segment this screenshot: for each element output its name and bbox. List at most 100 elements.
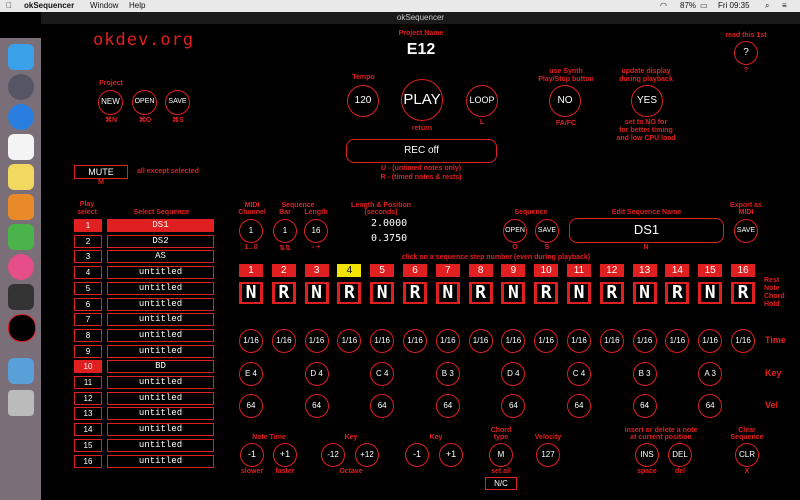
step-note-type[interactable]: R	[337, 282, 362, 304]
sequence-row[interactable]: 12 untitled	[74, 391, 214, 405]
sequence-open-button[interactable]: OPEN	[503, 219, 527, 243]
velocity-step-knob[interactable]: 64	[501, 394, 526, 418]
key-knob[interactable]: C 4	[567, 362, 591, 386]
sequence-row[interactable]: 9 untitled	[74, 344, 214, 358]
sequence-row[interactable]: 8 untitled	[74, 328, 214, 342]
calendar-icon[interactable]	[8, 134, 34, 160]
apple-icon[interactable]: 	[6, 1, 12, 10]
menu-window[interactable]: Window	[90, 1, 118, 10]
sequence-play-select[interactable]: 15	[74, 438, 102, 452]
time-knob[interactable]: 1/16	[403, 329, 427, 353]
safari-icon[interactable]	[8, 104, 34, 130]
step-note-type[interactable]: N	[698, 282, 723, 304]
key-knob[interactable]: A 3	[698, 362, 723, 386]
time-knob[interactable]: 1/16	[239, 329, 263, 353]
save-button[interactable]: SAVE	[165, 90, 190, 115]
key-knob[interactable]: B 3	[435, 362, 460, 386]
key-knob[interactable]: C 4	[370, 362, 395, 386]
step-number[interactable]: 4	[337, 264, 362, 277]
music-icon[interactable]	[8, 254, 34, 280]
step-number[interactable]: 7	[435, 264, 460, 277]
menu-help[interactable]: Help	[129, 1, 145, 10]
play-button[interactable]: PLAY	[401, 79, 443, 121]
battery-icon[interactable]: ▭	[700, 1, 708, 10]
sequence-play-select[interactable]: 10	[74, 360, 102, 374]
step-note-type[interactable]: R	[665, 282, 690, 304]
step-note-type[interactable]: R	[468, 282, 493, 304]
sequence-row[interactable]: 6 untitled	[74, 297, 214, 311]
step-number[interactable]: 13	[632, 264, 657, 277]
step-note-type[interactable]: N	[304, 282, 329, 304]
time-knob[interactable]: 1/16	[599, 329, 624, 353]
sequence-play-select[interactable]: 6	[74, 297, 102, 311]
velocity-knob[interactable]: 127	[536, 443, 560, 467]
sequence-play-select[interactable]: 9	[74, 344, 102, 358]
sequence-play-select[interactable]: 3	[74, 250, 102, 264]
sequence-play-select[interactable]: 5	[74, 281, 102, 295]
key-knob[interactable]: E 4	[239, 362, 263, 386]
sequence-play-select[interactable]: 1	[74, 219, 102, 232]
step-number[interactable]: 3	[304, 264, 329, 277]
project-name[interactable]: E12	[386, 41, 456, 59]
step-note-type[interactable]: R	[731, 282, 755, 304]
synth-toggle[interactable]: NO	[549, 85, 581, 117]
trash-icon[interactable]	[8, 390, 34, 416]
sequence-save-button[interactable]: SAVE	[535, 219, 559, 243]
sequence-select[interactable]: AS	[107, 250, 214, 264]
sequence-row[interactable]: 15 untitled	[74, 438, 214, 452]
search-icon[interactable]: ⌕	[765, 1, 769, 11]
sequence-play-select[interactable]: 14	[74, 423, 102, 437]
finder-icon[interactable]	[8, 44, 34, 70]
octave-down-button[interactable]: -12	[321, 443, 345, 467]
time-knob[interactable]: 1/16	[435, 329, 460, 353]
time-knob[interactable]: 1/16	[665, 329, 690, 353]
display-toggle[interactable]: YES	[631, 85, 663, 117]
menu-list-icon[interactable]: ≡	[782, 1, 787, 10]
step-note-type[interactable]: R	[534, 282, 559, 304]
sequence-row[interactable]: 16 untitled	[74, 454, 214, 468]
sequence-select[interactable]: untitled	[107, 376, 214, 389]
sequence-play-select[interactable]: 8	[74, 328, 102, 342]
time-knob[interactable]: 1/16	[534, 329, 559, 353]
step-number[interactable]: 9	[501, 264, 526, 277]
sequence-select[interactable]: untitled	[107, 297, 214, 311]
tempo-knob[interactable]: 120	[347, 85, 379, 117]
step-note-type[interactable]: R	[403, 282, 427, 304]
mute-button[interactable]: MUTE	[74, 165, 128, 179]
sequence-select[interactable]: DS2	[107, 234, 214, 248]
sequence-select[interactable]: untitled	[107, 407, 214, 421]
step-number[interactable]: 16	[731, 264, 755, 277]
sequence-row[interactable]: 5 untitled	[74, 281, 214, 295]
sequence-row[interactable]: 14 untitled	[74, 423, 214, 437]
sequence-row[interactable]: 3 AS	[74, 250, 214, 264]
key-down-button[interactable]: -1	[405, 443, 429, 467]
sequence-row[interactable]: 13 untitled	[74, 407, 214, 421]
launchpad-icon[interactable]	[8, 74, 34, 100]
velocity-step-knob[interactable]: 64	[632, 394, 657, 418]
step-note-type[interactable]: N	[567, 282, 591, 304]
sequence-select[interactable]: DS1	[107, 219, 214, 232]
sequence-row[interactable]: 4 untitled	[74, 266, 214, 280]
time-knob[interactable]: 1/16	[632, 329, 657, 353]
sequence-select[interactable]: untitled	[107, 438, 214, 452]
insert-button[interactable]: INS	[635, 443, 659, 467]
chord-type-knob[interactable]: M	[489, 443, 513, 467]
sequence-select[interactable]: untitled	[107, 328, 214, 342]
sequence-row[interactable]: 10 BD	[74, 360, 214, 374]
step-number[interactable]: 11	[567, 264, 591, 277]
notes-icon[interactable]	[8, 164, 34, 190]
key-knob[interactable]: D 4	[501, 362, 526, 386]
numbers-icon[interactable]	[8, 224, 34, 250]
sequence-row[interactable]: 11 untitled	[74, 376, 214, 389]
sequence-select[interactable]: untitled	[107, 454, 214, 468]
note-time-minus-button[interactable]: -1	[240, 443, 264, 467]
logo[interactable]: okdev.org	[93, 30, 194, 50]
sequence-select[interactable]: untitled	[107, 391, 214, 405]
step-number[interactable]: 10	[534, 264, 559, 277]
sequence-play-select[interactable]: 4	[74, 266, 102, 280]
step-note-type[interactable]: N	[370, 282, 395, 304]
delete-button[interactable]: DEL	[668, 443, 692, 467]
step-note-type[interactable]: N	[632, 282, 657, 304]
velocity-step-knob[interactable]: 64	[304, 394, 329, 418]
clock[interactable]: Fri 09:35	[718, 1, 750, 10]
